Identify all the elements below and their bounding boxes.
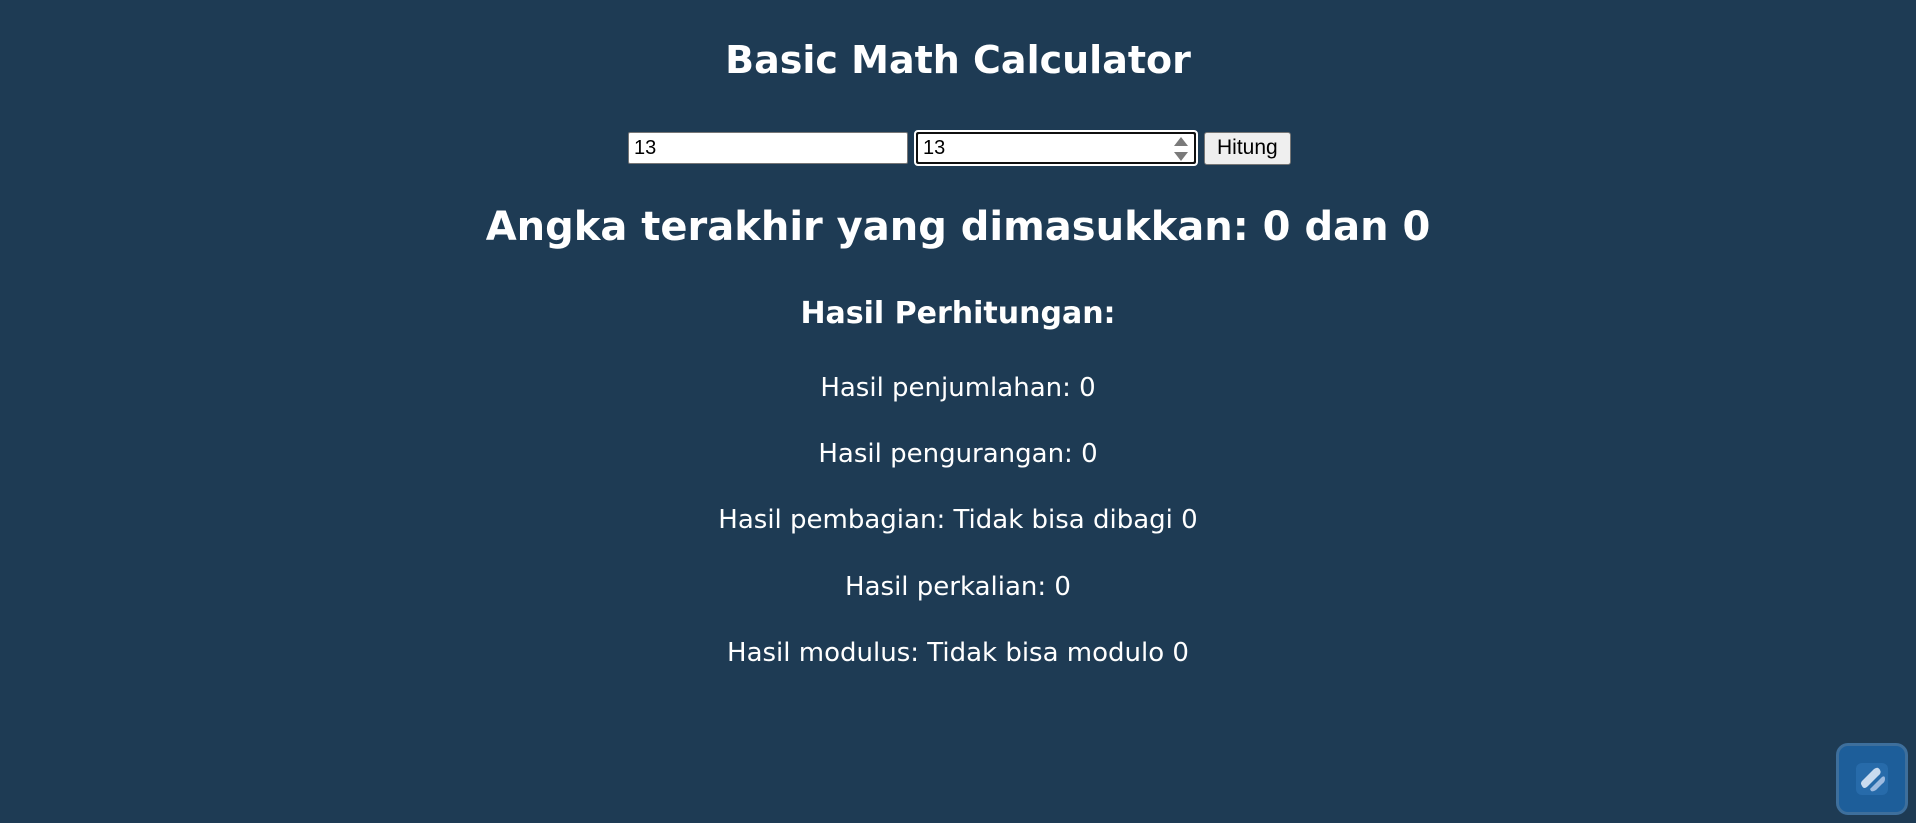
second-number-field (914, 130, 1198, 166)
page-title: Basic Math Calculator (725, 38, 1191, 82)
results-heading: Hasil Perhitungan: (800, 296, 1116, 331)
floating-widget-button[interactable] (1836, 743, 1908, 815)
spinner-up-icon[interactable] (1174, 137, 1188, 146)
number-spinner[interactable] (1174, 137, 1188, 161)
calculator-form: Hitung (628, 130, 1291, 166)
calculate-button[interactable]: Hitung (1204, 131, 1291, 165)
addition-result: Hasil penjumlahan: 0 (820, 373, 1096, 403)
modulus-result: Hasil modulus: Tidak bisa modulo 0 (727, 638, 1189, 668)
division-result: Hasil pembagian: Tidak bisa dibagi 0 (718, 505, 1198, 535)
spinner-down-icon[interactable] (1174, 152, 1188, 161)
first-number-input[interactable] (628, 132, 908, 164)
multiplication-result: Hasil perkalian: 0 (845, 572, 1071, 602)
slash-logo-icon (1856, 763, 1888, 795)
last-entered-numbers: Angka terakhir yang dimasukkan: 0 dan 0 (485, 204, 1431, 250)
subtraction-result: Hasil pengurangan: 0 (818, 439, 1098, 469)
second-number-input[interactable] (916, 132, 1196, 164)
